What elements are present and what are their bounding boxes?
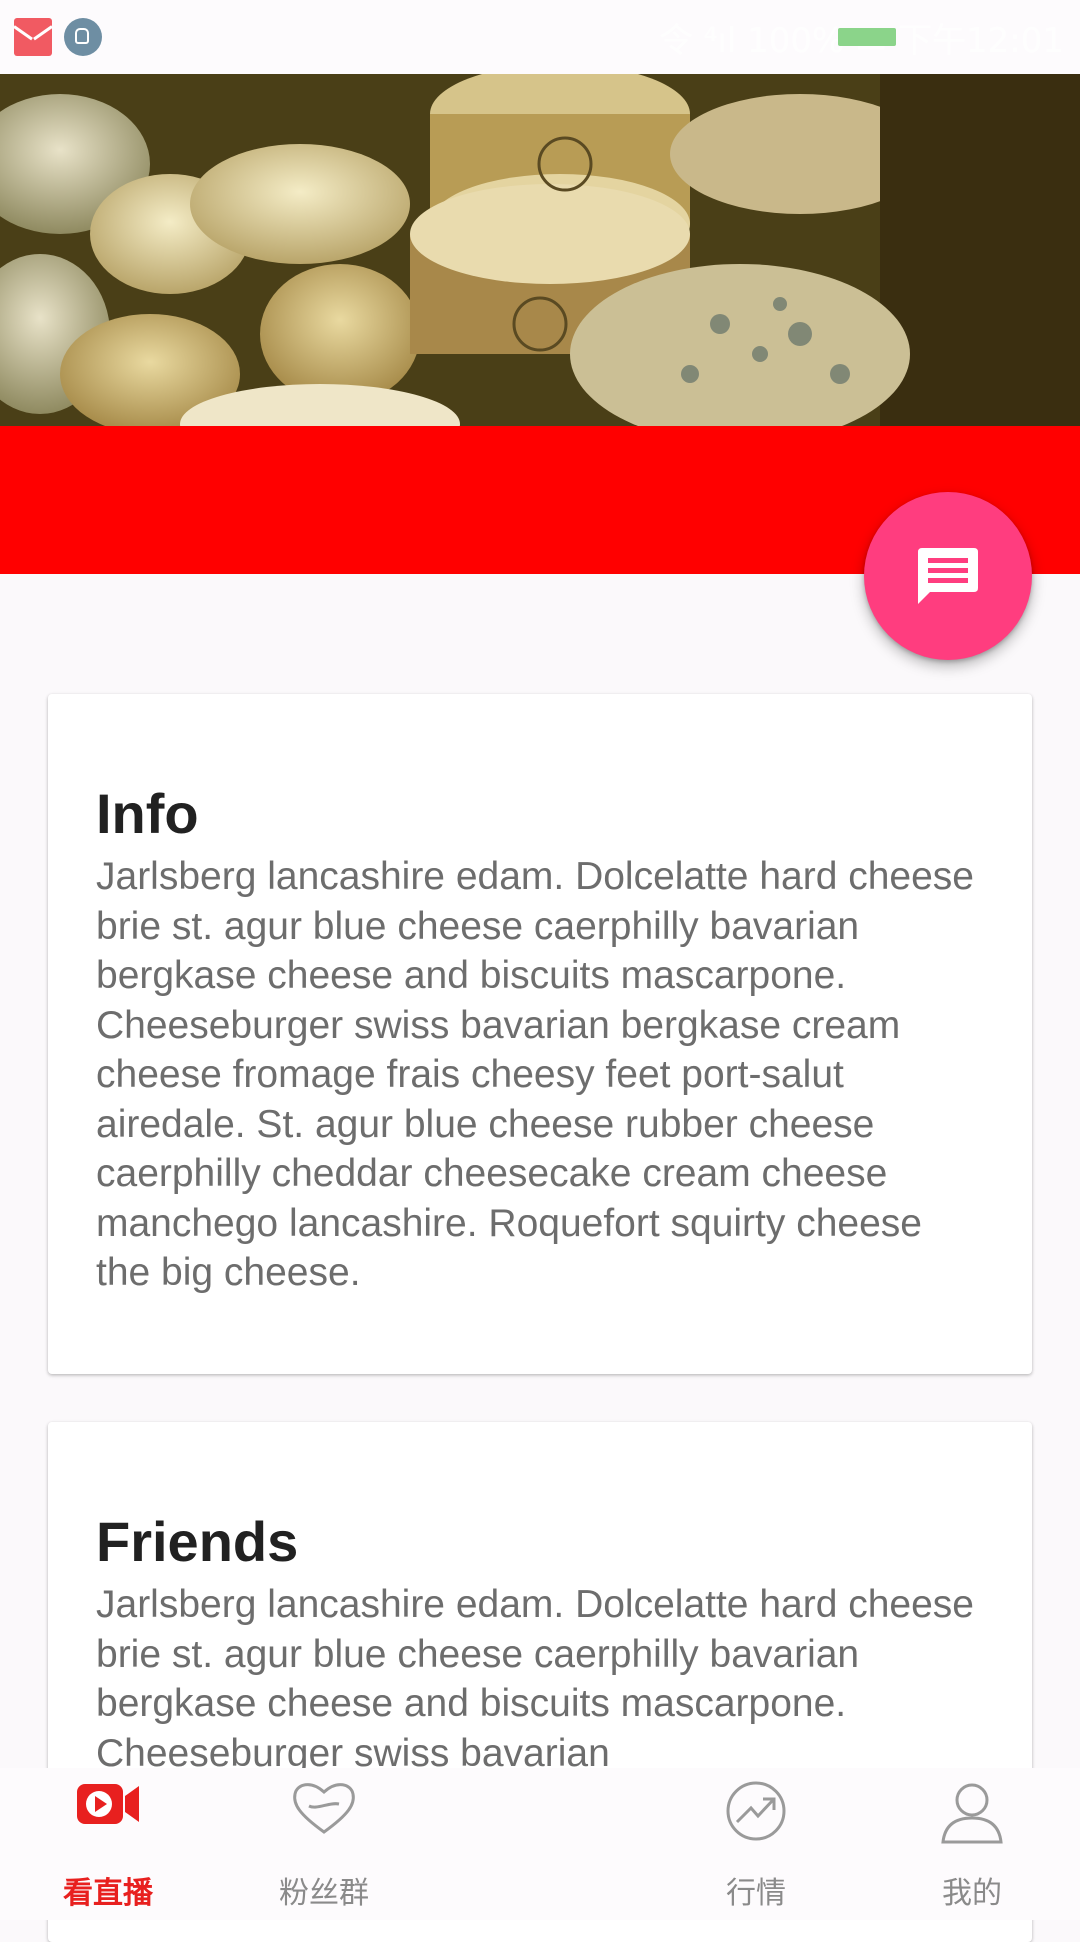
live-video-icon — [77, 1784, 139, 1824]
friends-card-title: Friends — [96, 1510, 299, 1573]
nav-item-fans[interactable]: 粉丝群 — [224, 1768, 424, 1920]
mail-icon — [14, 18, 52, 56]
cheese-wheels-photo — [0, 74, 1080, 426]
heart-icon — [293, 1783, 355, 1834]
info-card-body: Jarlsberg lancashire edam. Dolcelatte ha… — [96, 855, 974, 1294]
battery-icon — [838, 28, 896, 46]
info-card: Info Jarlsberg lancashire edam. Dolcelat… — [48, 694, 1032, 1374]
info-card-title: Info — [96, 782, 199, 845]
friends-card-body: Jarlsberg lancashire edam. Dolcelatte ha… — [96, 1583, 974, 1775]
nav-item-me[interactable]: 我的 — [872, 1768, 1072, 1920]
nav-label-me: 我的 — [942, 1876, 1002, 1911]
person-icon — [941, 1783, 1003, 1844]
message-fab-button[interactable] — [864, 492, 1032, 660]
message-icon — [918, 548, 978, 604]
trend-icon — [726, 1781, 786, 1841]
nav-label-market: 行情 — [726, 1876, 786, 1911]
nav-item-market[interactable]: 行情 — [656, 1768, 856, 1920]
nav-item-live[interactable]: 看直播 — [8, 1768, 208, 1920]
hero-image — [0, 74, 1080, 426]
nav-label-fans: 粉丝群 — [279, 1876, 369, 1911]
status-bar: 令 ⁴ıl 100% ▬ 下午12:01 — [0, 0, 1080, 74]
nav-label-live: 看直播 — [63, 1876, 153, 1911]
bottom-navigation: 看直播 粉丝群 行情 我的 — [0, 1768, 1080, 1920]
android-icon — [64, 18, 102, 56]
